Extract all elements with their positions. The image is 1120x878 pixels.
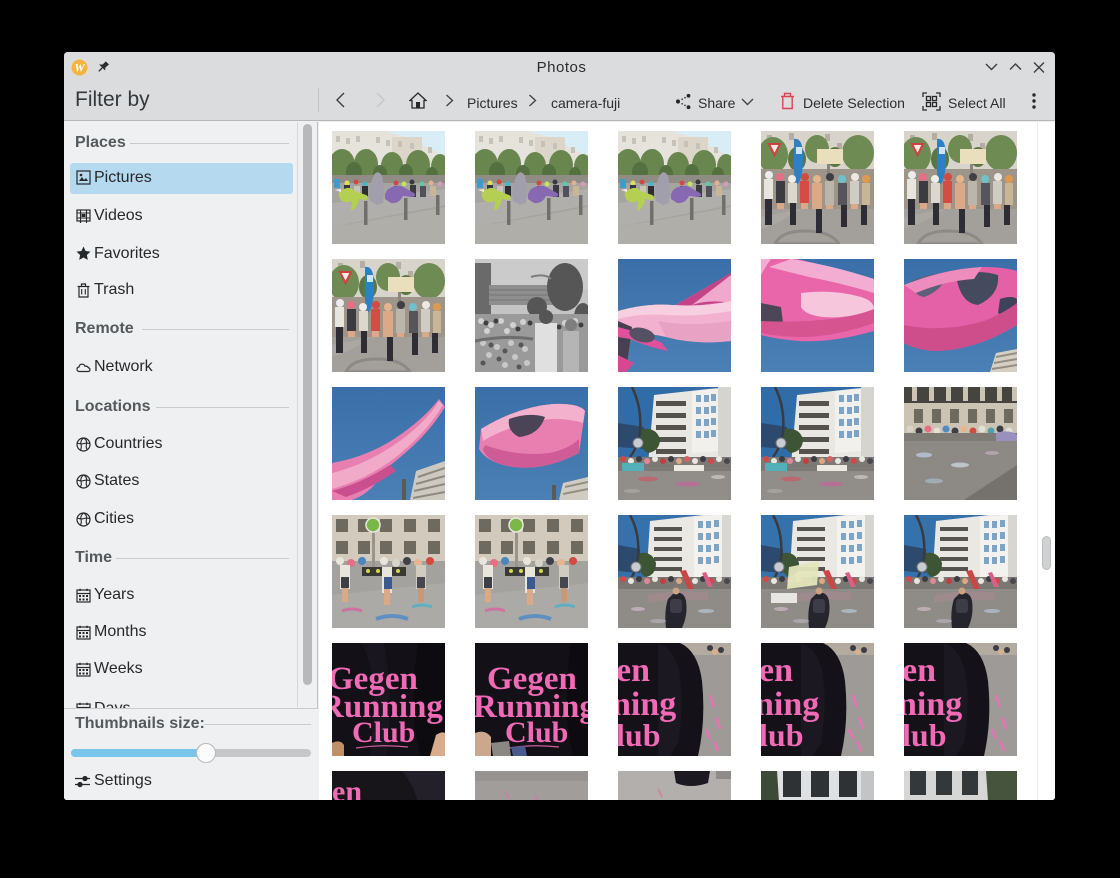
svg-text:W: W [74,63,85,75]
